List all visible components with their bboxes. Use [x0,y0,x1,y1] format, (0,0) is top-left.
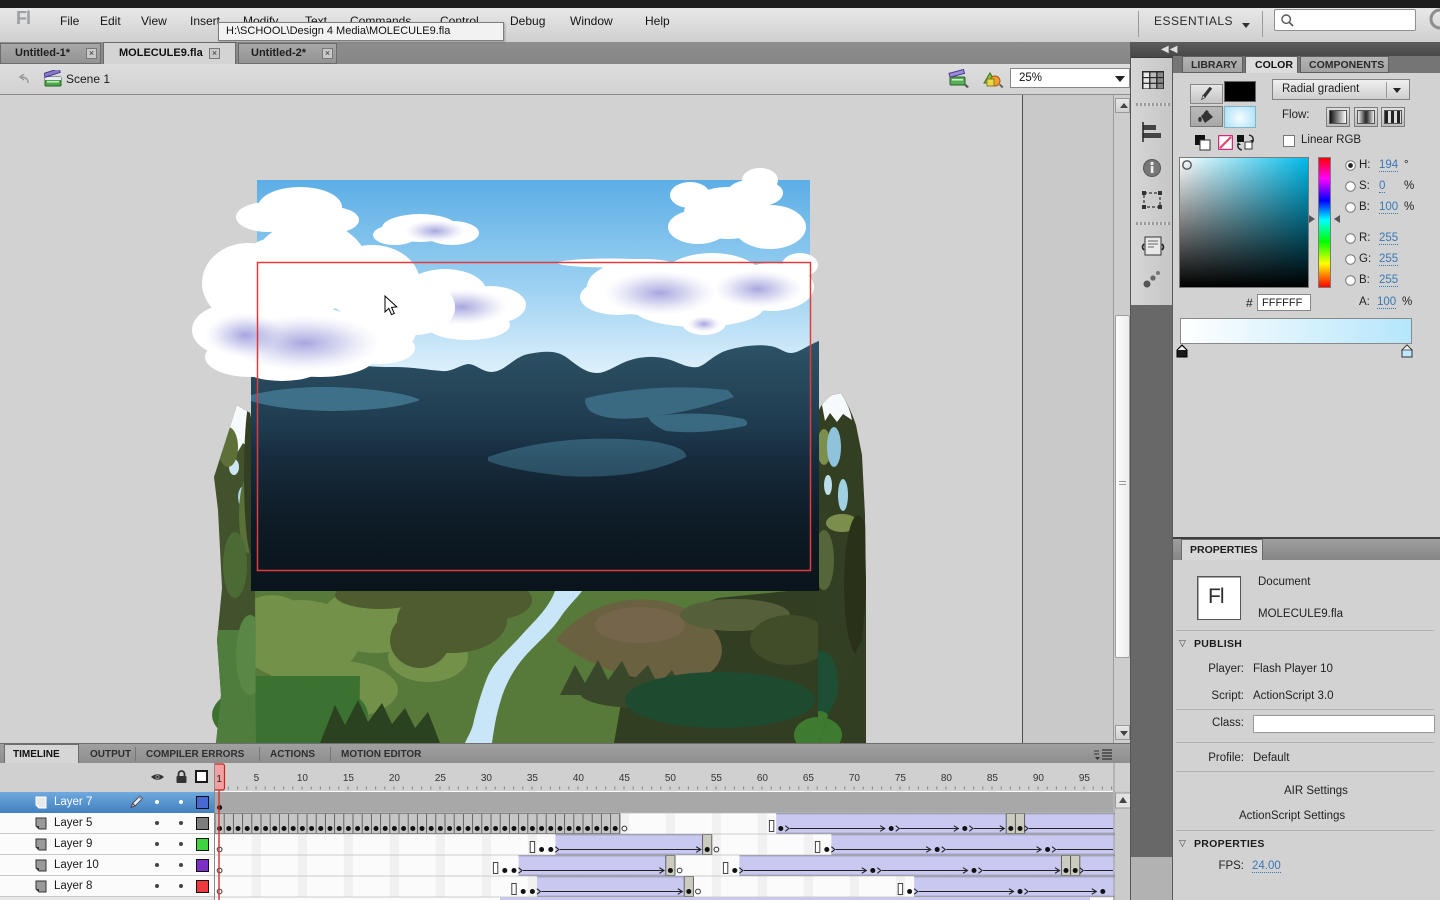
svg-text:80: 80 [941,773,953,784]
svg-text:85: 85 [987,773,999,784]
svg-text:15: 15 [343,773,355,784]
svg-text:1: 1 [216,774,222,785]
svg-text:30: 30 [481,773,493,784]
svg-text:70: 70 [849,773,861,784]
svg-text:20: 20 [389,773,401,784]
svg-text:45: 45 [619,773,631,784]
svg-text:95: 95 [1079,773,1091,784]
svg-text:10: 10 [297,773,309,784]
svg-text:90: 90 [1033,773,1045,784]
svg-text:25: 25 [435,773,447,784]
svg-text:75: 75 [895,773,907,784]
svg-text:50: 50 [665,773,677,784]
svg-text:35: 35 [527,773,539,784]
svg-text:65: 65 [803,773,815,784]
svg-text:5: 5 [254,773,260,784]
svg-text:60: 60 [757,773,769,784]
svg-text:40: 40 [573,773,585,784]
svg-text:55: 55 [711,773,723,784]
